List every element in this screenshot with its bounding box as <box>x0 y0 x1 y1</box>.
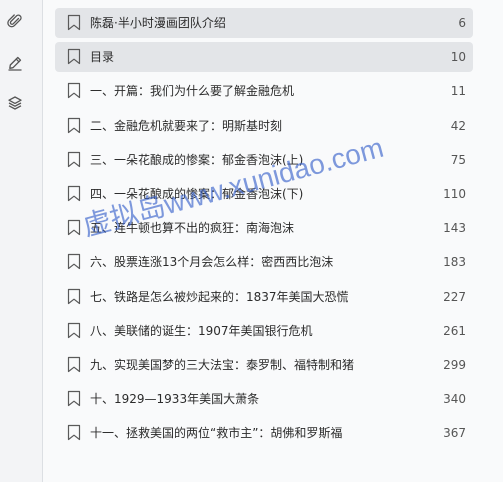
toc-item[interactable]: 三、一朵花酿成的惨案：郁金香泡沫(上) 75 <box>55 145 473 175</box>
toc-item-page: 261 <box>443 323 466 338</box>
bookmark-icon[interactable] <box>67 253 81 270</box>
toc-item-title: 六、股票连涨13个月会怎么样：密西西比泡沫 <box>90 255 334 270</box>
bookmark-icon[interactable] <box>67 82 81 99</box>
toc-item[interactable]: 六、股票连涨13个月会怎么样：密西西比泡沫 183 <box>55 247 473 277</box>
toc-item-title: 陈磊·半小时漫画团队介绍 <box>90 16 226 30</box>
toc-item[interactable]: 十、1929—1933年美国大萧条 340 <box>55 384 473 414</box>
bookmark-icon[interactable] <box>67 219 81 236</box>
toc-item-title: 三、一朵花酿成的惨案：郁金香泡沫(上) <box>90 152 304 167</box>
bookmark-icon[interactable] <box>67 151 81 168</box>
bookmark-icon[interactable] <box>67 185 81 202</box>
toc-item-title: 四、一朵花酿成的惨案：郁金香泡沫(下) <box>90 187 304 201</box>
bookmark-icon[interactable] <box>67 117 81 134</box>
bookmark-icon[interactable] <box>67 390 81 407</box>
bookmark-icon[interactable] <box>67 424 81 441</box>
toc-item-page: 11 <box>450 84 466 99</box>
reader-app: 陈磊·半小时漫画团队介绍 6 目录 10 一、开篇：我们为什么要了解金融危机 11 二、金融… <box>0 0 503 482</box>
toc-item-title: 五、连牛顿也算不出的疯狂：南海泡沫 <box>90 221 295 236</box>
toc-item[interactable]: 五、连牛顿也算不出的疯狂：南海泡沫 143 <box>55 213 473 243</box>
bookmark-icon[interactable] <box>67 288 81 305</box>
pen-icon[interactable] <box>7 55 23 71</box>
toc-item[interactable]: 二、金融危机就要来了：明斯基时刻 42 <box>55 111 473 141</box>
toc-item-title: 七、铁路是怎么被炒起来的：1837年美国大恐慌 <box>90 289 349 304</box>
toc-item-page: 183 <box>443 255 466 270</box>
toc-item-title: 一、开篇：我们为什么要了解金融危机 <box>90 84 295 99</box>
toc-item-page: 42 <box>450 118 466 133</box>
toc-item[interactable]: 一、开篇：我们为什么要了解金融危机 11 <box>55 76 473 106</box>
toc-item-page: 110 <box>443 187 466 201</box>
toc-item[interactable]: 七、铁路是怎么被炒起来的：1837年美国大恐慌 227 <box>55 282 473 312</box>
toc-item-page: 299 <box>443 358 466 372</box>
paperclip-icon[interactable] <box>7 13 23 29</box>
bookmark-icon[interactable] <box>67 356 81 373</box>
toc-item-page: 367 <box>443 426 466 441</box>
table-of-contents: 陈磊·半小时漫画团队介绍 6 目录 10 一、开篇：我们为什么要了解金融危机 11 二、金融… <box>43 0 503 482</box>
toc-item-title: 目录 <box>90 50 115 65</box>
bookmark-icon[interactable] <box>67 14 81 31</box>
toc-item[interactable]: 陈磊·半小时漫画团队介绍 6 <box>55 8 473 38</box>
sidebar-rail <box>0 0 43 482</box>
bookmark-icon[interactable] <box>67 48 81 65</box>
toc-item-page: 6 <box>458 16 466 30</box>
toc-item-page: 227 <box>443 289 466 304</box>
toc-item[interactable]: 十一、拯救美国的两位“救市主”：胡佛和罗斯福 367 <box>55 418 473 448</box>
toc-item-title: 十、1929—1933年美国大萧条 <box>90 392 260 407</box>
toc-item-page: 10 <box>450 50 466 65</box>
toc-item-title: 八、美联储的诞生：1907年美国银行危机 <box>90 323 313 338</box>
layers-icon[interactable] <box>7 95 23 111</box>
toc-item-title: 二、金融危机就要来了：明斯基时刻 <box>90 118 283 133</box>
toc-item[interactable]: 四、一朵花酿成的惨案：郁金香泡沫(下) 110 <box>55 179 473 209</box>
toc-item-title: 九、实现美国梦的三大法宝：泰罗制、福特制和猪 <box>90 358 355 372</box>
bookmark-icon[interactable] <box>67 322 81 339</box>
toc-item-page: 75 <box>450 152 466 167</box>
toc-item[interactable]: 九、实现美国梦的三大法宝：泰罗制、福特制和猪 299 <box>55 350 473 380</box>
toc-item-title: 十一、拯救美国的两位“救市主”：胡佛和罗斯福 <box>90 426 343 441</box>
toc-item[interactable]: 目录 10 <box>55 42 473 73</box>
toc-item-page: 143 <box>443 221 466 236</box>
toc-item[interactable]: 八、美联储的诞生：1907年美国银行危机 261 <box>55 316 473 346</box>
toc-item-page: 340 <box>443 392 466 407</box>
